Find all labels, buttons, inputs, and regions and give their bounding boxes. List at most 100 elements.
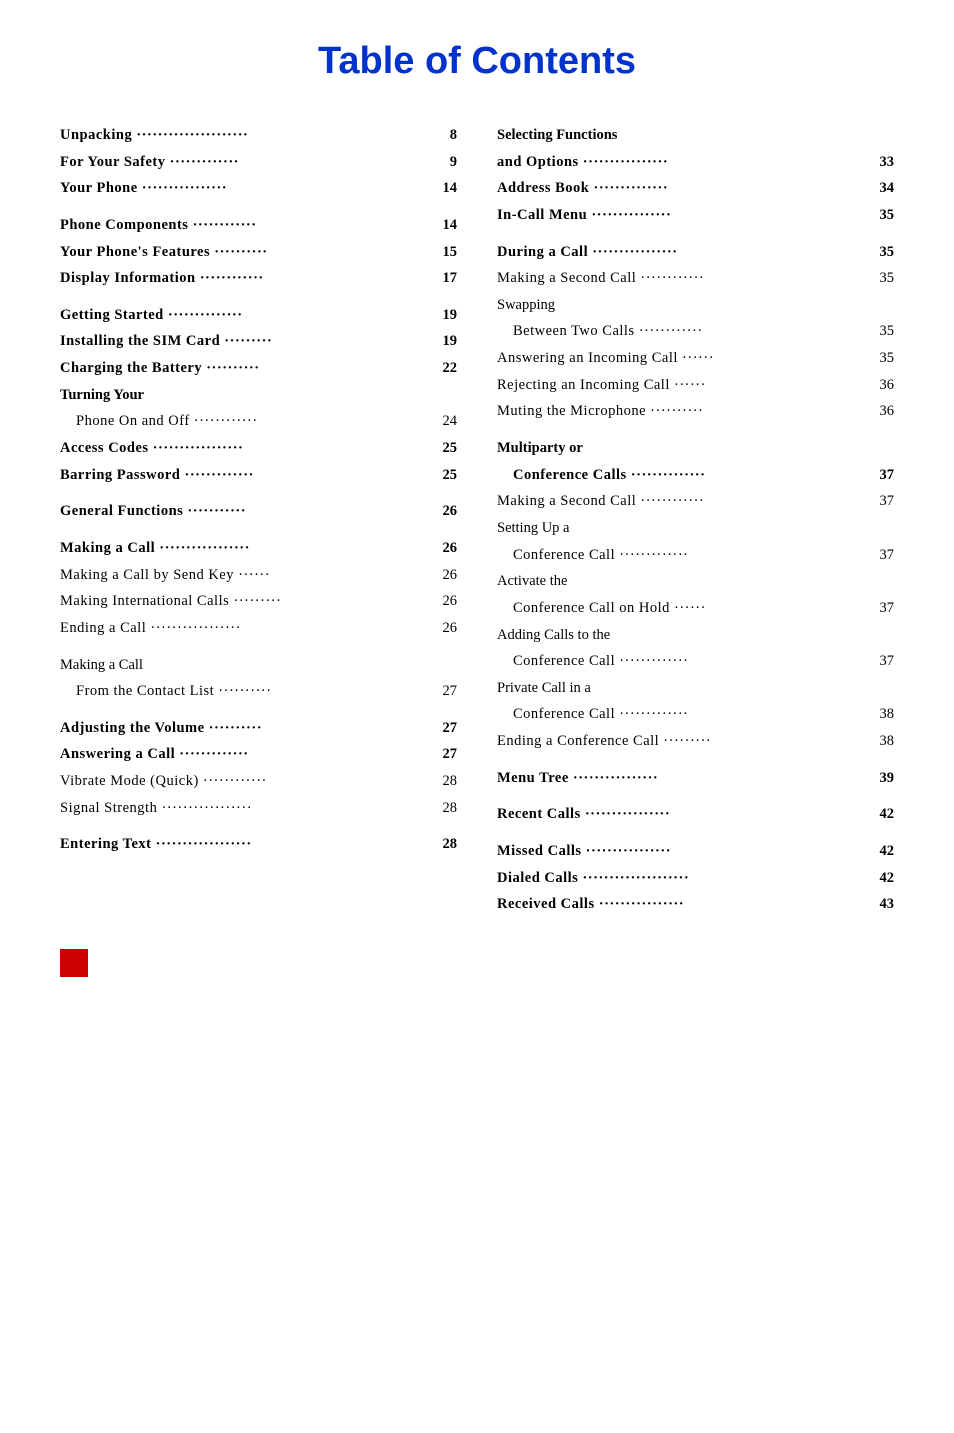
toc-entry: During a Call ················35 [497, 240, 894, 265]
toc-entry: Your Phone's Features ··········15 [60, 240, 457, 265]
entry-num: 19 [443, 303, 458, 328]
entry-text: Setting Up a [497, 520, 570, 536]
toc-entry: Getting Started ··············19 [60, 303, 457, 328]
toc-entry: Activate the [497, 569, 894, 594]
entry-text: Conference Calls ·············· [513, 463, 874, 488]
entry-num: 38 [880, 729, 895, 754]
entry-num: 26 [443, 616, 458, 641]
entry-num: 26 [443, 589, 458, 614]
spacer [60, 489, 457, 499]
toc-entry: Display Information ············17 [60, 266, 457, 291]
entry-text: Making a Second Call ············ [497, 266, 874, 291]
entry-text: Between Two Calls ············ [513, 319, 874, 344]
toc-entry: Making a Call [60, 653, 457, 678]
entry-num: 25 [443, 463, 458, 488]
entry-num: 19 [443, 329, 458, 354]
entry-num: 37 [880, 463, 895, 488]
toc-body: Unpacking ·····················8For Your… [60, 123, 894, 919]
entry-text: Muting the Microphone ·········· [497, 399, 874, 424]
entry-num: 37 [880, 596, 895, 621]
toc-entry: Private Call in a [497, 676, 894, 701]
toc-entry: Conference Call ·············37 [513, 649, 894, 674]
toc-entry: Conference Call on Hold ······37 [513, 596, 894, 621]
entry-text: Selecting Functions [497, 127, 617, 143]
entry-num: 25 [443, 436, 458, 461]
entry-text: Your Phone's Features ·········· [60, 240, 437, 265]
entry-text: Conference Call ············· [513, 702, 874, 727]
entry-text: Turning Your [60, 387, 144, 403]
toc-entry: Ending a Call ·················26 [60, 616, 457, 641]
entry-num: 35 [880, 346, 895, 371]
toc-entry: Charging the Battery ··········22 [60, 356, 457, 381]
right-column: Selecting Functions and Options ·········… [497, 123, 894, 919]
entry-num: 37 [880, 649, 895, 674]
spacer [497, 230, 894, 240]
toc-entry: Address Book ··············34 [497, 176, 894, 201]
entry-text: Ending a Conference Call ········· [497, 729, 874, 754]
toc-entry: Your Phone ················14 [60, 176, 457, 201]
toc-entry: Making a Second Call ············37 [497, 489, 894, 514]
entry-text: Rejecting an Incoming Call ······ [497, 373, 874, 398]
entry-text: Making a Call by Send Key ······ [60, 563, 437, 588]
entry-num: 17 [443, 266, 458, 291]
toc-entry: Making a Call by Send Key ······26 [60, 563, 457, 588]
toc-entry: Menu Tree ················39 [497, 766, 894, 791]
entry-num: 35 [880, 266, 895, 291]
toc-entry: Recent Calls ················42 [497, 802, 894, 827]
entry-text: Vibrate Mode (Quick) ············ [60, 769, 437, 794]
entry-text: Access Codes ················· [60, 436, 437, 461]
spacer [497, 792, 894, 802]
entry-num: 28 [443, 796, 458, 821]
entry-text: Missed Calls ················ [497, 839, 874, 864]
toc-entry: General Functions ···········26 [60, 499, 457, 524]
toc-entry: In-Call Menu ···············35 [497, 203, 894, 228]
entry-text: Getting Started ·············· [60, 303, 437, 328]
entry-num: 36 [880, 399, 895, 424]
toc-entry: Unpacking ·····················8 [60, 123, 457, 148]
toc-entry: Entering Text ··················28 [60, 832, 457, 857]
entry-num: 15 [443, 240, 458, 265]
spacer [60, 822, 457, 832]
entry-text: Making International Calls ········· [60, 589, 437, 614]
toc-entry: Barring Password ·············25 [60, 463, 457, 488]
entry-num: 14 [443, 176, 458, 201]
toc-entry: Selecting Functions [497, 123, 894, 148]
entry-num: 24 [443, 409, 458, 434]
entry-text: Menu Tree ················ [497, 766, 874, 791]
spacer [60, 643, 457, 653]
toc-entry: Answering a Call ·············27 [60, 742, 457, 767]
toc-entry: Dialed Calls ····················42 [497, 866, 894, 891]
entry-text: Received Calls ················ [497, 892, 874, 917]
entry-text: Phone Components ············ [60, 213, 437, 238]
entry-text: During a Call ················ [497, 240, 874, 265]
entry-num: 35 [880, 319, 895, 344]
toc-entry: Making a Second Call ············35 [497, 266, 894, 291]
entry-text: Installing the SIM Card ········· [60, 329, 437, 354]
entry-num: 26 [443, 499, 458, 524]
toc-entry: Swapping [497, 293, 894, 318]
entry-text: Conference Call ············· [513, 649, 874, 674]
entry-num: 37 [880, 489, 895, 514]
entry-text: Multiparty or [497, 440, 583, 456]
entry-num: 33 [880, 150, 895, 175]
entry-num: 42 [880, 839, 895, 864]
toc-entry: Phone Components ············14 [60, 213, 457, 238]
entry-text: Private Call in a [497, 680, 591, 696]
toc-entry: Phone On and Off ············24 [76, 409, 457, 434]
entry-text: Charging the Battery ·········· [60, 356, 437, 381]
entry-text: Address Book ·············· [497, 176, 874, 201]
toc-entry: Received Calls ················43 [497, 892, 894, 917]
entry-text: From the Contact List ·········· [76, 679, 437, 704]
toc-entry: and Options ················33 [497, 150, 894, 175]
entry-num: 39 [880, 766, 895, 791]
entry-num: 34 [880, 176, 895, 201]
entry-text: Conference Call ············· [513, 543, 874, 568]
entry-num: 14 [443, 213, 458, 238]
entry-text: In-Call Menu ··············· [497, 203, 874, 228]
entry-text: Making a Second Call ············ [497, 489, 874, 514]
entry-text: Ending a Call ················· [60, 616, 437, 641]
entry-num: 28 [443, 832, 458, 857]
entry-text: Unpacking ····················· [60, 123, 444, 148]
entry-num: 28 [443, 769, 458, 794]
toc-entry: For Your Safety ·············9 [60, 150, 457, 175]
